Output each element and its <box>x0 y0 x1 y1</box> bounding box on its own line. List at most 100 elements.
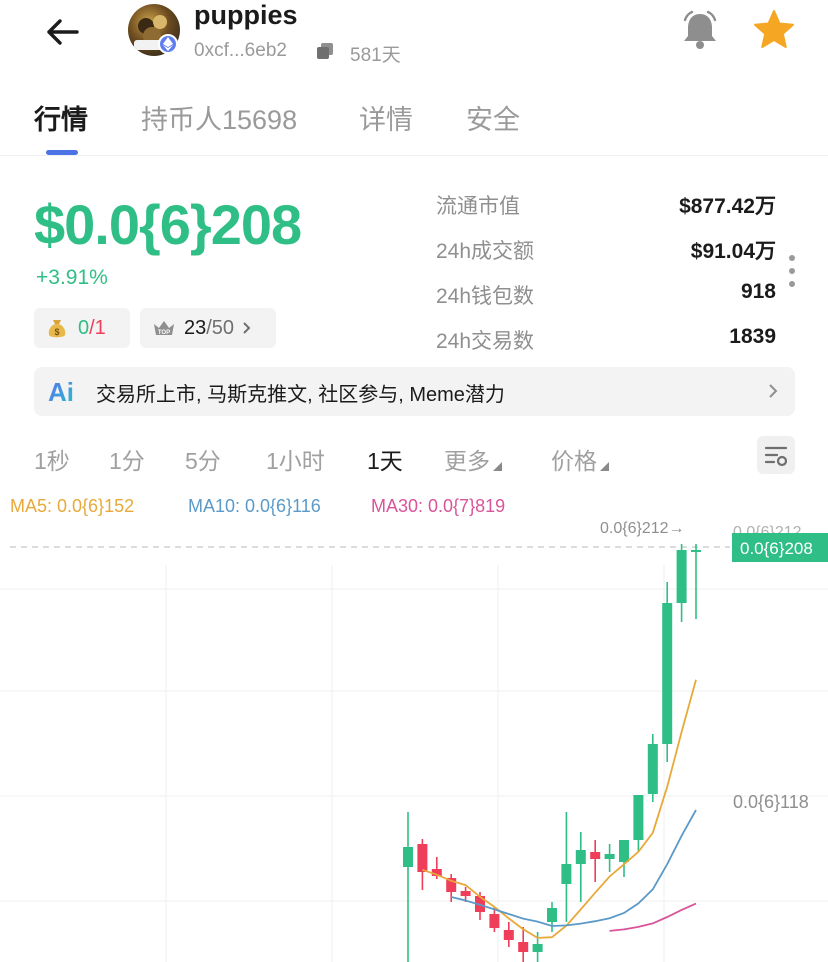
timeframe-more-dropdown[interactable]: 更多 <box>444 442 502 476</box>
candle-body <box>590 852 601 859</box>
timeframe-1h[interactable]: 1小时 <box>266 442 325 476</box>
ma5-label: MA5: 0.0{6}152 <box>10 496 135 516</box>
tab-market[interactable]: 行情 <box>34 98 88 137</box>
timeframe-5m[interactable]: 5分 <box>185 442 221 476</box>
stat-24h-wallets: 24h钱包数 918 <box>436 276 776 321</box>
candle-body <box>403 847 413 867</box>
ai-icon: Ai <box>48 377 80 412</box>
crown-top-icon: TOP <box>154 321 174 336</box>
price-mode-label: 价格 <box>551 448 597 474</box>
svg-text:Ai: Ai <box>48 377 74 405</box>
timeframe-1m[interactable]: 1分 <box>109 442 145 476</box>
candle <box>619 840 629 877</box>
timeframe-1s[interactable]: 1秒 <box>34 442 70 476</box>
ma10-line <box>450 809 697 927</box>
money-bag-icon: $ <box>48 320 66 338</box>
stat-value: 918 <box>740 280 776 303</box>
candle-body <box>662 603 673 744</box>
candle-body <box>489 914 500 928</box>
candle-body <box>518 942 529 952</box>
candle-body <box>691 550 701 552</box>
candle <box>676 544 687 622</box>
bag-chip[interactable]: $ 0/1 <box>34 308 130 348</box>
chart-settings-icon <box>764 446 788 467</box>
chart-settings-button[interactable] <box>757 436 795 474</box>
high-marker: 0.0{6}212→ <box>600 520 685 537</box>
more-options-button[interactable] <box>786 254 798 288</box>
ma10-label: MA10: 0.0{6}116 <box>188 496 321 516</box>
ma-lines <box>422 679 697 939</box>
stat-label: 24h钱包数 <box>436 285 535 308</box>
tab-security[interactable]: 安全 <box>466 98 520 137</box>
tab-details[interactable]: 详情 <box>359 98 413 137</box>
candle-body <box>676 550 687 603</box>
chain-badge-icon <box>158 34 178 54</box>
stat-24h-volume: 24h成交额 $91.04万 <box>436 231 776 276</box>
ai-summary-bar[interactable]: Ai 交易所上市, 马斯克推文, 社区参与, Meme潜力 <box>34 367 795 416</box>
candle <box>417 839 428 890</box>
bag-total: /1 <box>89 316 106 339</box>
y-axis-label: 0.0{6}118 <box>733 792 809 812</box>
candle <box>691 544 701 619</box>
current-price: $0.0{6}208 <box>34 193 302 256</box>
candle <box>575 832 586 902</box>
chart-canvas: 0.0{6}212→ 0.0{6}212 0.0{6}208 0.0{6}118 <box>0 520 828 962</box>
token-address[interactable]: 0xcf...6eb2 <box>194 40 287 62</box>
candle-body <box>647 744 658 794</box>
price-change: +3.91% <box>36 266 108 289</box>
vertical-dots-icon <box>789 255 795 287</box>
candle <box>662 582 673 762</box>
top-rank-chip[interactable]: TOP 23/50 <box>140 308 276 348</box>
stat-label: 24h交易数 <box>436 330 535 353</box>
tab-bar: 行情 持币人15698 详情 安全 <box>0 90 828 156</box>
chevron-right-icon <box>243 322 251 334</box>
dropdown-triangle-icon <box>600 462 609 471</box>
favorite-button[interactable] <box>752 8 796 52</box>
ma30-label: MA30: 0.0{7}819 <box>371 496 506 516</box>
stat-value: $91.04万 <box>690 240 776 263</box>
candle <box>633 795 644 852</box>
top-total: /50 <box>206 316 235 339</box>
candle <box>590 840 601 882</box>
timeframe-1d[interactable]: 1天 <box>367 442 403 476</box>
bag-count: 0 <box>78 316 90 339</box>
candle <box>604 844 615 872</box>
candles <box>403 544 701 962</box>
active-tab-indicator <box>46 150 78 155</box>
arrow-left-icon <box>47 19 79 45</box>
candle-body <box>575 850 586 864</box>
stat-market-cap: 流通市值 $877.42万 <box>436 186 776 231</box>
candle-body <box>503 930 514 940</box>
candle <box>503 922 514 947</box>
timeframe-more-label: 更多 <box>444 448 490 474</box>
token-age: 581天 <box>350 45 401 66</box>
svg-text:$: $ <box>54 327 59 337</box>
stats-panel: 流通市值 $877.42万 24h成交额 $91.04万 24h钱包数 918 … <box>436 186 776 366</box>
back-button[interactable] <box>40 12 84 52</box>
copy-icon[interactable] <box>316 42 334 60</box>
chart-grid <box>0 565 828 962</box>
alert-bell-button[interactable] <box>678 8 722 52</box>
timeframe-bar: 1秒 1分 5分 1小时 1天 更多 价格 <box>0 438 828 478</box>
candle-body <box>561 864 572 884</box>
tab-holders[interactable]: 持币人15698 <box>141 98 297 137</box>
stat-value: 1839 <box>729 325 776 348</box>
current-price-tag-label: 0.0{6}208 <box>740 539 813 558</box>
candle <box>561 812 572 922</box>
stat-label: 24h成交额 <box>436 240 535 263</box>
candle-body <box>619 840 629 862</box>
candle <box>403 812 413 962</box>
star-icon <box>754 10 794 48</box>
header: puppies 0xcf...6eb2 581天 <box>0 0 828 78</box>
price-mode-dropdown[interactable]: 价格 <box>551 442 609 476</box>
candle-body <box>604 854 615 859</box>
candle-body <box>547 908 557 922</box>
candle-body <box>417 844 428 872</box>
svg-text:TOP: TOP <box>158 330 170 336</box>
chevron-right-icon <box>767 381 779 401</box>
candlestick-chart[interactable]: 0.0{6}212→ 0.0{6}212 0.0{6}208 0.0{6}118 <box>0 515 828 962</box>
dropdown-triangle-icon <box>493 462 502 471</box>
candle-body <box>460 891 471 896</box>
candle-body <box>633 795 644 840</box>
bell-icon <box>683 10 717 49</box>
